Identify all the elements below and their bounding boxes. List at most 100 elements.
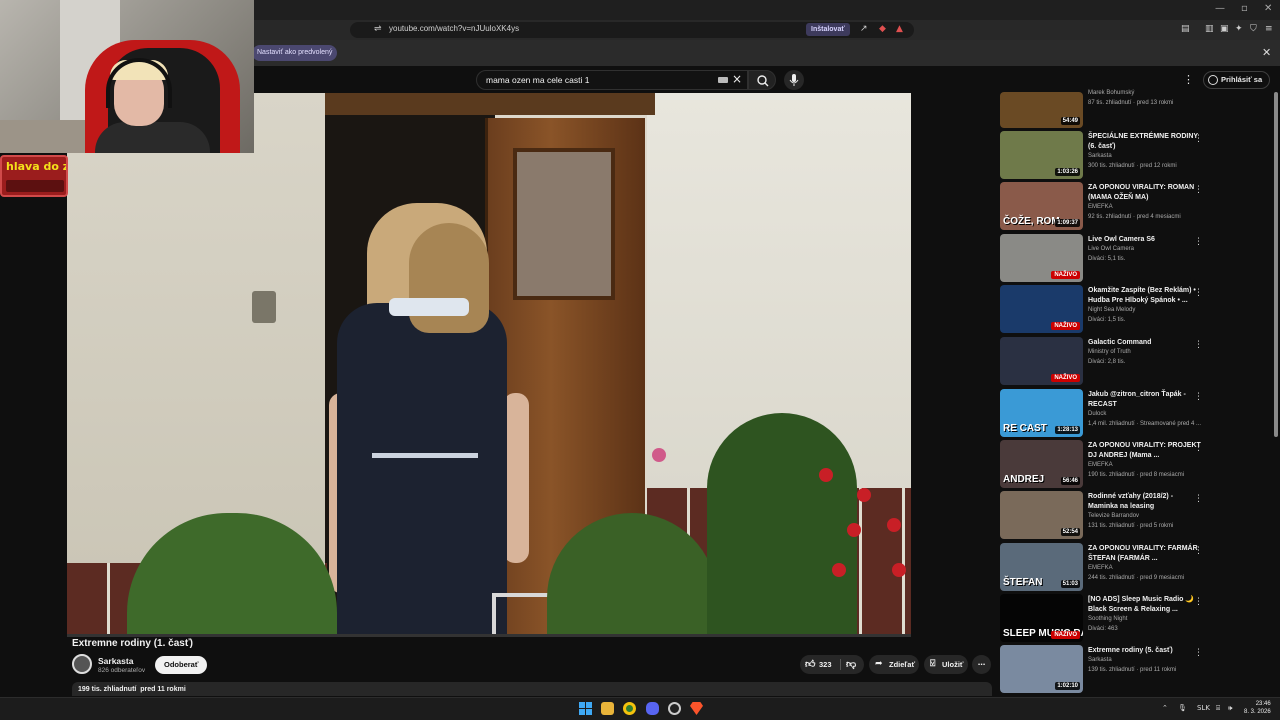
video-thumbnail[interactable]: ANDREJ 56:46 [1000, 440, 1083, 488]
windows-start-icon[interactable] [579, 702, 592, 715]
recommended-video[interactable]: NAŽIVO Live Owl Camera S6 Live Owl Camera D… [1000, 234, 1272, 282]
video-thumbnail[interactable]: 1:02:10 [1000, 645, 1083, 693]
more-vert-icon[interactable]: ⋮ [1194, 134, 1203, 144]
recommended-channel[interactable]: Night Sea Melody [1088, 307, 1135, 313]
recommended-video[interactable]: ANDREJ 56:46 ZA OPONOU VIRALITY: PROJEKT D… [1000, 440, 1272, 488]
recommended-channel[interactable]: Sarkasta [1088, 657, 1112, 663]
recommended-channel[interactable]: EMEFKA [1088, 462, 1113, 468]
recommended-channel[interactable]: Live Owl Camera [1088, 246, 1134, 252]
more-vert-icon[interactable]: ⋮ [1194, 392, 1203, 402]
recommended-channel[interactable]: Sarkasta [1088, 153, 1112, 159]
video-thumbnail[interactable]: ŠTEFAN 51:03 [1000, 543, 1083, 591]
recommended-channel[interactable]: Marek Bohumský [1088, 90, 1134, 96]
more-vert-icon[interactable]: ⋮ [1194, 597, 1203, 607]
channel-name[interactable]: Sarkasta [98, 656, 133, 666]
more-vert-icon[interactable]: ⋮ [1194, 494, 1203, 504]
more-vert-icon[interactable]: ⋮ [1194, 340, 1203, 350]
save-button[interactable]: ⍌ Uložiť [924, 655, 968, 674]
signin-button[interactable]: Prihlásiť sa [1203, 71, 1271, 89]
recommended-title[interactable]: Galactic Command [1088, 338, 1204, 348]
recommended-video[interactable]: NAŽIVO Galactic Command Ministry of Truth D… [1000, 337, 1272, 385]
recommended-title[interactable]: Extremne rodiny (5. časť) [1088, 646, 1204, 656]
recommended-channel[interactable]: Soothing Night [1088, 616, 1127, 622]
video-thumbnail[interactable]: 54:49 [1000, 92, 1083, 128]
set-default-button[interactable]: Nastaviť ako predvolený [252, 45, 338, 61]
share-button[interactable]: ➦ Zdieľať [869, 655, 919, 674]
video-player[interactable] [67, 93, 911, 636]
more-vert-icon[interactable]: ⋮ [1194, 546, 1203, 556]
video-progress-bar[interactable] [67, 634, 911, 637]
rewards-icon[interactable]: ▲ [896, 24, 903, 34]
tray-mic-icon[interactable]: 🎙︎ [1178, 704, 1187, 712]
dislike-icon[interactable]: 👎︎ [846, 655, 856, 674]
channel-avatar[interactable] [72, 654, 92, 674]
discord-icon[interactable] [646, 702, 659, 715]
recommended-video[interactable]: 1:03:26 ŠPECIÁLNE EXTRÉMNE RODINY (6. čas… [1000, 131, 1272, 179]
sidebar-icon[interactable]: ▥ [1205, 24, 1214, 34]
recommended-title[interactable]: Live Owl Camera S6 [1088, 235, 1204, 245]
menu-icon[interactable]: ≡ [1265, 24, 1273, 34]
video-thumbnail[interactable]: ČOŽE, ROM 1:09:37 [1000, 182, 1083, 230]
recommended-title[interactable]: Rodinné vzťahy (2018/2) - Maminka na lea… [1088, 492, 1204, 512]
recommended-title[interactable]: ZA OPONOU VIRALITY: ROMAN (MAMA OŽEŇ MA) [1088, 183, 1204, 203]
url-text[interactable]: youtube.com/watch?v=nJUuloXK4ys [389, 24, 519, 33]
network-icon[interactable]: ⌸ [1216, 704, 1220, 713]
recommended-video[interactable]: ŠTEFAN 51:03 ZA OPONOU VIRALITY: FARMÁR ŠT… [1000, 543, 1272, 591]
wallet-icon[interactable]: ▣ [1220, 24, 1229, 34]
more-vert-icon[interactable]: ⋮ [1194, 288, 1203, 298]
file-explorer-icon[interactable] [601, 702, 614, 715]
more-vert-icon[interactable]: ⋮ [1194, 185, 1203, 195]
recommended-title[interactable]: ŠPECIÁLNE EXTRÉMNE RODINY (6. časť) [1088, 132, 1204, 152]
recommended-title[interactable]: [NO ADS] Sleep Music Radio 🌙 Black Scree… [1088, 595, 1204, 615]
obs-icon[interactable] [668, 702, 681, 715]
recommended-channel[interactable]: EMEFKA [1088, 204, 1113, 210]
like-icon[interactable]: 👍︎ [805, 655, 815, 674]
system-clock[interactable]: 23:46 8. 3. 2026 [1244, 700, 1271, 716]
leo-icon[interactable]: ✦ [1235, 24, 1243, 34]
recommended-video[interactable]: RE CAST 1:28:13 Jakub @zitron_citron Ťapák… [1000, 389, 1272, 437]
keyboard-icon[interactable] [718, 77, 728, 83]
more-vert-icon[interactable]: ⋮ [1183, 73, 1194, 86]
video-thumbnail[interactable]: NAŽIVO [1000, 337, 1083, 385]
recommended-video[interactable]: ČOŽE, ROM 1:09:37 ZA OPONOU VIRALITY: ROMA… [1000, 182, 1272, 230]
minimize-icon[interactable]: — [1215, 3, 1225, 14]
search-query[interactable]: mama ozen ma cele casti 1 [486, 75, 589, 85]
video-thumbnail[interactable]: RE CAST 1:28:13 [1000, 389, 1083, 437]
recommended-title[interactable]: ZA OPONOU VIRALITY: PROJEKT DJ ANDREJ (M… [1088, 441, 1204, 461]
maximize-icon[interactable]: ▫ [1241, 3, 1248, 14]
infobar-close-icon[interactable]: ✕ [1262, 46, 1271, 59]
video-thumbnail[interactable]: 1:03:26 [1000, 131, 1083, 179]
more-vert-icon[interactable]: ⋮ [1194, 443, 1203, 453]
video-thumbnail[interactable]: NAŽIVO [1000, 285, 1083, 333]
install-app-button[interactable]: Inštalovať [806, 23, 850, 36]
recommended-video[interactable]: NAŽIVO Okamžite Zaspíte (Bez Reklám) • Hu… [1000, 285, 1272, 333]
video-thumbnail[interactable]: SLEEP MUSIC RADIONAŽIVO [1000, 594, 1083, 642]
more-actions-button[interactable]: ⋯ [972, 655, 991, 674]
recommended-title[interactable]: Okamžite Zaspíte (Bez Reklám) • Hudba Pr… [1088, 286, 1204, 306]
recommended-channel[interactable]: Televize Barrandov [1088, 513, 1139, 519]
description-box[interactable] [72, 682, 992, 696]
video-thumbnail[interactable]: NAŽIVO [1000, 234, 1083, 282]
brave-shields-icon[interactable]: ◆ [879, 24, 886, 34]
recommended-channel[interactable]: Ministry of Truth [1088, 349, 1131, 355]
like-dislike-group[interactable]: 👍︎ 323 👎︎ [800, 655, 864, 674]
subscribe-button[interactable]: Odoberať [155, 656, 208, 674]
share-page-icon[interactable]: ↗ [860, 24, 868, 34]
more-vert-icon[interactable]: ⋮ [1194, 237, 1203, 247]
recommended-title[interactable]: ZA OPONOU VIRALITY: FARMÁR ŠTEFAN (FARMÁ… [1088, 544, 1204, 564]
tray-chevron-icon[interactable]: ⌃ [1162, 704, 1168, 712]
input-language[interactable]: SLK [1197, 704, 1210, 712]
vpn-icon[interactable]: ⛉ [1250, 24, 1257, 34]
chrome-icon[interactable] [623, 702, 636, 715]
volume-icon[interactable]: 🕪︎ [1228, 704, 1232, 713]
recommended-video[interactable]: 52:54 Rodinné vzťahy (2018/2) - Maminka n… [1000, 491, 1272, 539]
close-window-icon[interactable]: ✕ [1264, 3, 1272, 14]
recommended-channel[interactable]: Dulock [1088, 411, 1106, 417]
scrollbar[interactable] [1274, 92, 1278, 437]
recommended-video[interactable]: SLEEP MUSIC RADIONAŽIVO[NO ADS] Sleep Mu… [1000, 594, 1272, 642]
more-vert-icon[interactable]: ⋮ [1194, 648, 1203, 658]
clear-search-icon[interactable]: × [732, 72, 742, 86]
site-info-icon[interactable]: ⇌ [374, 24, 382, 34]
recommended-video[interactable]: 1:02:10 Extremne rodiny (5. časť) Sarkasta… [1000, 645, 1272, 693]
search-button[interactable] [748, 70, 776, 90]
